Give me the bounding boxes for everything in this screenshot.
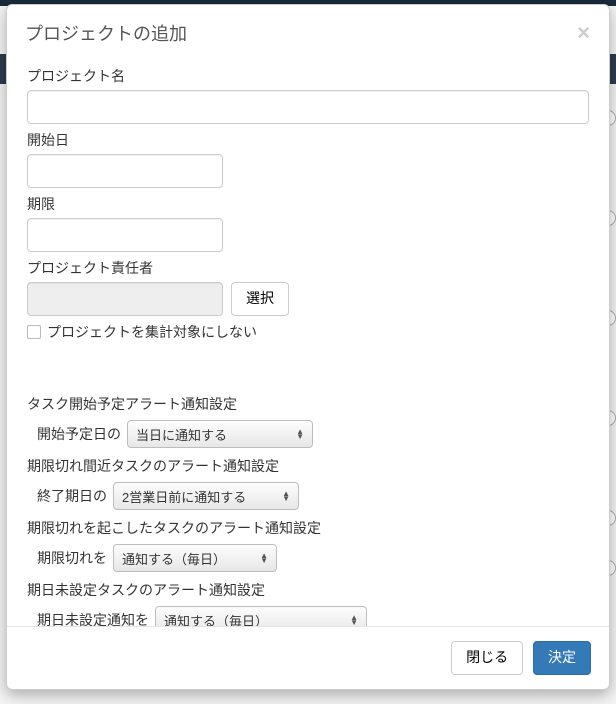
alert-nodue-select[interactable]: 通知する（毎日） ▲▼: [155, 606, 367, 626]
due-date-label: 期限: [27, 194, 589, 214]
alert-near-due-heading: 期限切れ間近タスクのアラート通知設定: [27, 456, 589, 476]
project-owner-label: プロジェクト責任者: [27, 258, 589, 278]
start-date-label: 開始日: [27, 130, 589, 150]
add-project-modal: プロジェクトの追加 × プロジェクト名 開始日 期限 プロジェクト責任者 選択 …: [6, 4, 610, 690]
project-name-label: プロジェクト名: [27, 66, 589, 86]
exclude-checkbox-label: プロジェクトを集計対象にしない: [47, 322, 257, 342]
chevron-updown-icon: ▲▼: [296, 429, 304, 439]
chevron-updown-icon: ▲▼: [350, 615, 358, 625]
alert-start-value: 当日に通知する: [136, 425, 288, 444]
alert-near-due-value: 2営業日前に通知する: [122, 487, 274, 506]
alert-near-due-sublabel: 終了期日の: [37, 486, 107, 506]
modal-title: プロジェクトの追加: [25, 20, 187, 46]
alert-nodue-sublabel: 期日未設定通知を: [37, 610, 149, 626]
alert-near-due-select[interactable]: 2営業日前に通知する ▲▼: [113, 482, 299, 510]
exclude-checkbox[interactable]: [27, 325, 41, 339]
modal-body: プロジェクト名 開始日 期限 プロジェクト責任者 選択 プロジェクトを集計対象に…: [7, 58, 609, 626]
start-date-input[interactable]: [27, 154, 223, 188]
alert-overdue-heading: 期限切れを起こしたタスクのアラート通知設定: [27, 518, 589, 538]
modal-footer: 閉じる 決定: [7, 626, 609, 689]
alert-start-sublabel: 開始予定日の: [37, 424, 121, 444]
due-date-input[interactable]: [27, 218, 223, 252]
alert-overdue-select[interactable]: 通知する（毎日） ▲▼: [113, 544, 277, 572]
modal-header: プロジェクトの追加 ×: [7, 5, 609, 58]
alert-overdue-sublabel: 期限切れを: [37, 548, 107, 568]
alert-start-select[interactable]: 当日に通知する ▲▼: [127, 420, 313, 448]
alert-nodue-value: 通知する（毎日）: [164, 611, 342, 627]
alert-overdue-value: 通知する（毎日）: [122, 549, 252, 568]
exclude-from-aggregate-row[interactable]: プロジェクトを集計対象にしない: [27, 322, 589, 342]
alert-nodue-heading: 期日未設定タスクのアラート通知設定: [27, 580, 589, 600]
project-name-input[interactable]: [27, 90, 589, 124]
close-icon[interactable]: ×: [573, 22, 594, 44]
chevron-updown-icon: ▲▼: [282, 491, 290, 501]
project-owner-display: [27, 282, 223, 316]
chevron-updown-icon: ▲▼: [260, 553, 268, 563]
alert-start-heading: タスク開始予定アラート通知設定: [27, 394, 589, 414]
select-owner-button[interactable]: 選択: [231, 282, 289, 316]
close-button[interactable]: 閉じる: [451, 641, 523, 675]
submit-button[interactable]: 決定: [533, 641, 591, 675]
